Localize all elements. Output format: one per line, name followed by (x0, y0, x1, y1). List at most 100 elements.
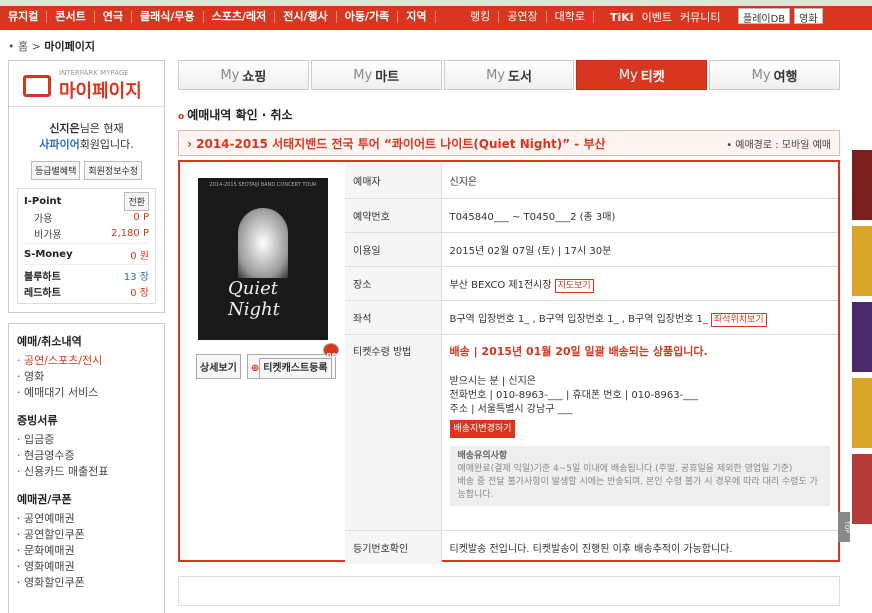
logo-title: 마이페이지 (59, 81, 142, 102)
menu-concert[interactable]: 콘서트 (47, 11, 95, 23)
seat-value: B구역 입장번호 1_ , B구역 입장번호 1_ , B구역 입장번호 1_ (449, 313, 708, 325)
grade-benefit-button[interactable]: 등급별혜택 (30, 161, 81, 180)
breadcrumb-current: 마이페이지 (44, 40, 95, 53)
menu-group-coupons: 예매권/쿠폰 · 공연예매권 · 공연할인쿠폰 · 문화예매권 · 영화예매권 … (17, 492, 156, 591)
tiki-community[interactable]: 커뮤니티 (680, 9, 720, 25)
poster-artwork (238, 208, 288, 278)
menu-play[interactable]: 연극 (95, 11, 132, 23)
ad-thumbnail[interactable] (852, 150, 872, 220)
detail-view-button[interactable]: 상세보기 (196, 354, 241, 379)
sidebar-item-label: 입금증 (24, 433, 55, 446)
divider (24, 264, 149, 265)
tab-ticket[interactable]: My 티켓 (576, 60, 708, 90)
my-tabs: My 쇼핑 My 마트 My 도서 My 티켓 My 여행 (178, 60, 840, 90)
map-button[interactable]: 지도보기 (554, 278, 594, 293)
convert-button[interactable]: 전환 (124, 191, 149, 211)
table-row: 예매자 신지은 (345, 164, 838, 199)
movie-link[interactable]: 영화 (794, 8, 823, 25)
breadcrumb-home[interactable]: 홈 (18, 40, 28, 53)
menu-exhibition[interactable]: 전시/행사 (275, 11, 337, 23)
unavailable-label: 비가용 (34, 229, 62, 241)
sidebar-item-perf-coupon[interactable]: · 공연할인쿠폰 (17, 527, 156, 543)
redheart-label: 레드하트 (24, 287, 61, 299)
section-title: 예매내역 확인 · 취소 (178, 106, 292, 123)
tab-travel[interactable]: My 여행 (709, 60, 840, 90)
tiki-menu: TiKi 이벤트 커뮤니티 (610, 7, 720, 27)
mypage-logo[interactable]: INTERPARK MYPAGE 마이페이지 (9, 61, 164, 107)
sidebar-item-card-slip[interactable]: · 신용카드 매출전표 (17, 464, 156, 480)
table-row: 티켓수령 방법 배송 | 2015년 01월 20일 일괄 배송되는 상품입니다… (345, 334, 838, 531)
sidebar-item-label: 공연/스포츠/전시 (24, 354, 103, 367)
ad-thumbnail[interactable] (852, 302, 872, 372)
play-db-link[interactable]: 플레이DB (738, 8, 791, 25)
sidebar-item-cash-receipt[interactable]: · 현금영수증 (17, 448, 156, 464)
booking-detail-panel: 2014-2015 SEOTAIJI BAND CONCERT TOUR Qui… (178, 160, 840, 564)
performance-title[interactable]: › 2014-2015 서태지밴드 전국 투어 “콰이어트 나이트(Quiet … (187, 135, 606, 152)
browser-tab-strip (0, 0, 872, 6)
available-row: 가용 0 P (24, 209, 149, 225)
sidebar-item-label: 영화예매권 (24, 560, 75, 573)
change-address-button[interactable]: 배송지변경하기 (449, 419, 516, 438)
menu-venue[interactable]: 공연장 (499, 11, 547, 23)
member-grade[interactable]: 사파이어 (39, 138, 79, 151)
edit-profile-button[interactable]: 회원정보수정 (84, 161, 143, 180)
menu-kids[interactable]: 아동/가족 (337, 11, 399, 23)
sidebar-item-waitlist[interactable]: · 예매대기 서비스 (17, 385, 156, 401)
menu-group-title: 예매권/쿠폰 (17, 493, 72, 506)
tab-books[interactable]: My 도서 (443, 60, 575, 90)
tiki-logo[interactable]: TiKi (610, 11, 634, 24)
booker-value: 신지은 (441, 164, 838, 199)
redheart-row: 레드하트 0 장 (24, 283, 149, 299)
menu-region[interactable]: 지역 (398, 11, 436, 23)
sidebar-item-perf-voucher[interactable]: · 공연예매권 (17, 511, 156, 527)
seat-label: 좌석 (345, 300, 442, 335)
scroll-top-button[interactable]: TOP (838, 512, 850, 542)
sidebar-item-label: 공연예매권 (24, 512, 75, 525)
registration-value: 티켓발송 전입니다. 티켓발송이 진행된 이후 배송추적이 가능합니다. (449, 543, 733, 555)
table-row: 등기번호확인 티켓발송 전입니다. 티켓발송이 진행된 이후 배송추적이 가능합… (345, 530, 838, 564)
menu-sports[interactable]: 스포츠/레저 (204, 11, 276, 23)
table-row: 이용일 2015년 02월 07일 (토) | 17시 30분 (345, 232, 838, 267)
poster-image: 2014-2015 SEOTAIJI BAND CONCERT TOUR Qui… (198, 178, 328, 340)
ipoint-row: I-Point 전환 (24, 191, 149, 211)
tab-prefix: My (220, 67, 240, 83)
sidebar-item-movie[interactable]: · 영화 (17, 369, 156, 385)
tiki-event[interactable]: 이벤트 (642, 9, 672, 25)
tab-shopping[interactable]: My 쇼핑 (178, 60, 309, 90)
points-panel: I-Point 전환 가용 0 P 비가용 2,180 P S-Money 0 원 블… (17, 188, 156, 304)
sidebar-item-movie-coupon[interactable]: · 영화할인쿠폰 (17, 575, 156, 591)
date-label: 이용일 (345, 232, 442, 267)
menu-musical[interactable]: 뮤지컬 (0, 11, 48, 23)
seat-cell: B구역 입장번호 1_ , B구역 입장번호 1_ , B구역 입장번호 1_ 좌… (441, 300, 838, 335)
ad-thumbnail[interactable] (852, 378, 872, 448)
sidebar-item-performance[interactable]: · 공연/스포츠/전시 (17, 353, 156, 369)
monitor-icon (23, 75, 51, 97)
user-line2: 회원입니다. (79, 138, 134, 151)
address: 주소 | 서울특별시 강남구 ___ (449, 403, 573, 415)
sidebar-item-movie-voucher[interactable]: · 영화예매권 (17, 559, 156, 575)
ad-thumbnail[interactable] (852, 454, 872, 524)
booking-route: • 예매경로 : 모바일 예매 (726, 139, 831, 151)
top-navigation-bar: 뮤지컬 콘서트 연극 클래식/무용 스포츠/레저 전시/행사 아동/가족 지역 … (0, 0, 872, 30)
tab-label: 마트 (375, 69, 400, 85)
recipient: 받으시는 분 | 신지은 (449, 375, 537, 387)
menu-classic[interactable]: 클래식/무용 (132, 11, 204, 23)
tab-prefix: My (353, 67, 373, 83)
notice-line: 배송 중 전달 불가사항이 발생할 시에는 반송되며, 본인 수령 불가 시 경… (457, 476, 818, 500)
seat-position-button[interactable]: 좌석위치보기 (710, 312, 767, 327)
sidebar-item-deposit[interactable]: · 입금증 (17, 432, 156, 448)
sidebar-item-label: 현금영수증 (24, 449, 75, 462)
blueheart-value: 13 장 (123, 271, 149, 283)
unavailable-value: 2,180 P (111, 227, 149, 239)
ad-thumbnail[interactable] (852, 226, 872, 296)
menu-daehakro[interactable]: 대학로 (547, 11, 594, 23)
sidebar-item-label: 공연할인쿠폰 (24, 528, 85, 541)
ticketcast-register-button[interactable]: ⊕ 티켓캐스트등록 new (246, 343, 343, 379)
tab-mart[interactable]: My 마트 (310, 60, 442, 90)
partner-links: 플레이DB 영화 (738, 8, 823, 25)
venue-label: 장소 (345, 266, 442, 301)
sidebar-item-culture-voucher[interactable]: · 문화예매권 (17, 543, 156, 559)
tab-label: 도서 (507, 69, 532, 85)
menu-ranking[interactable]: 랭킹 (462, 11, 500, 23)
venue-value: 부산 BEXCO 제1전시장 (449, 279, 552, 291)
